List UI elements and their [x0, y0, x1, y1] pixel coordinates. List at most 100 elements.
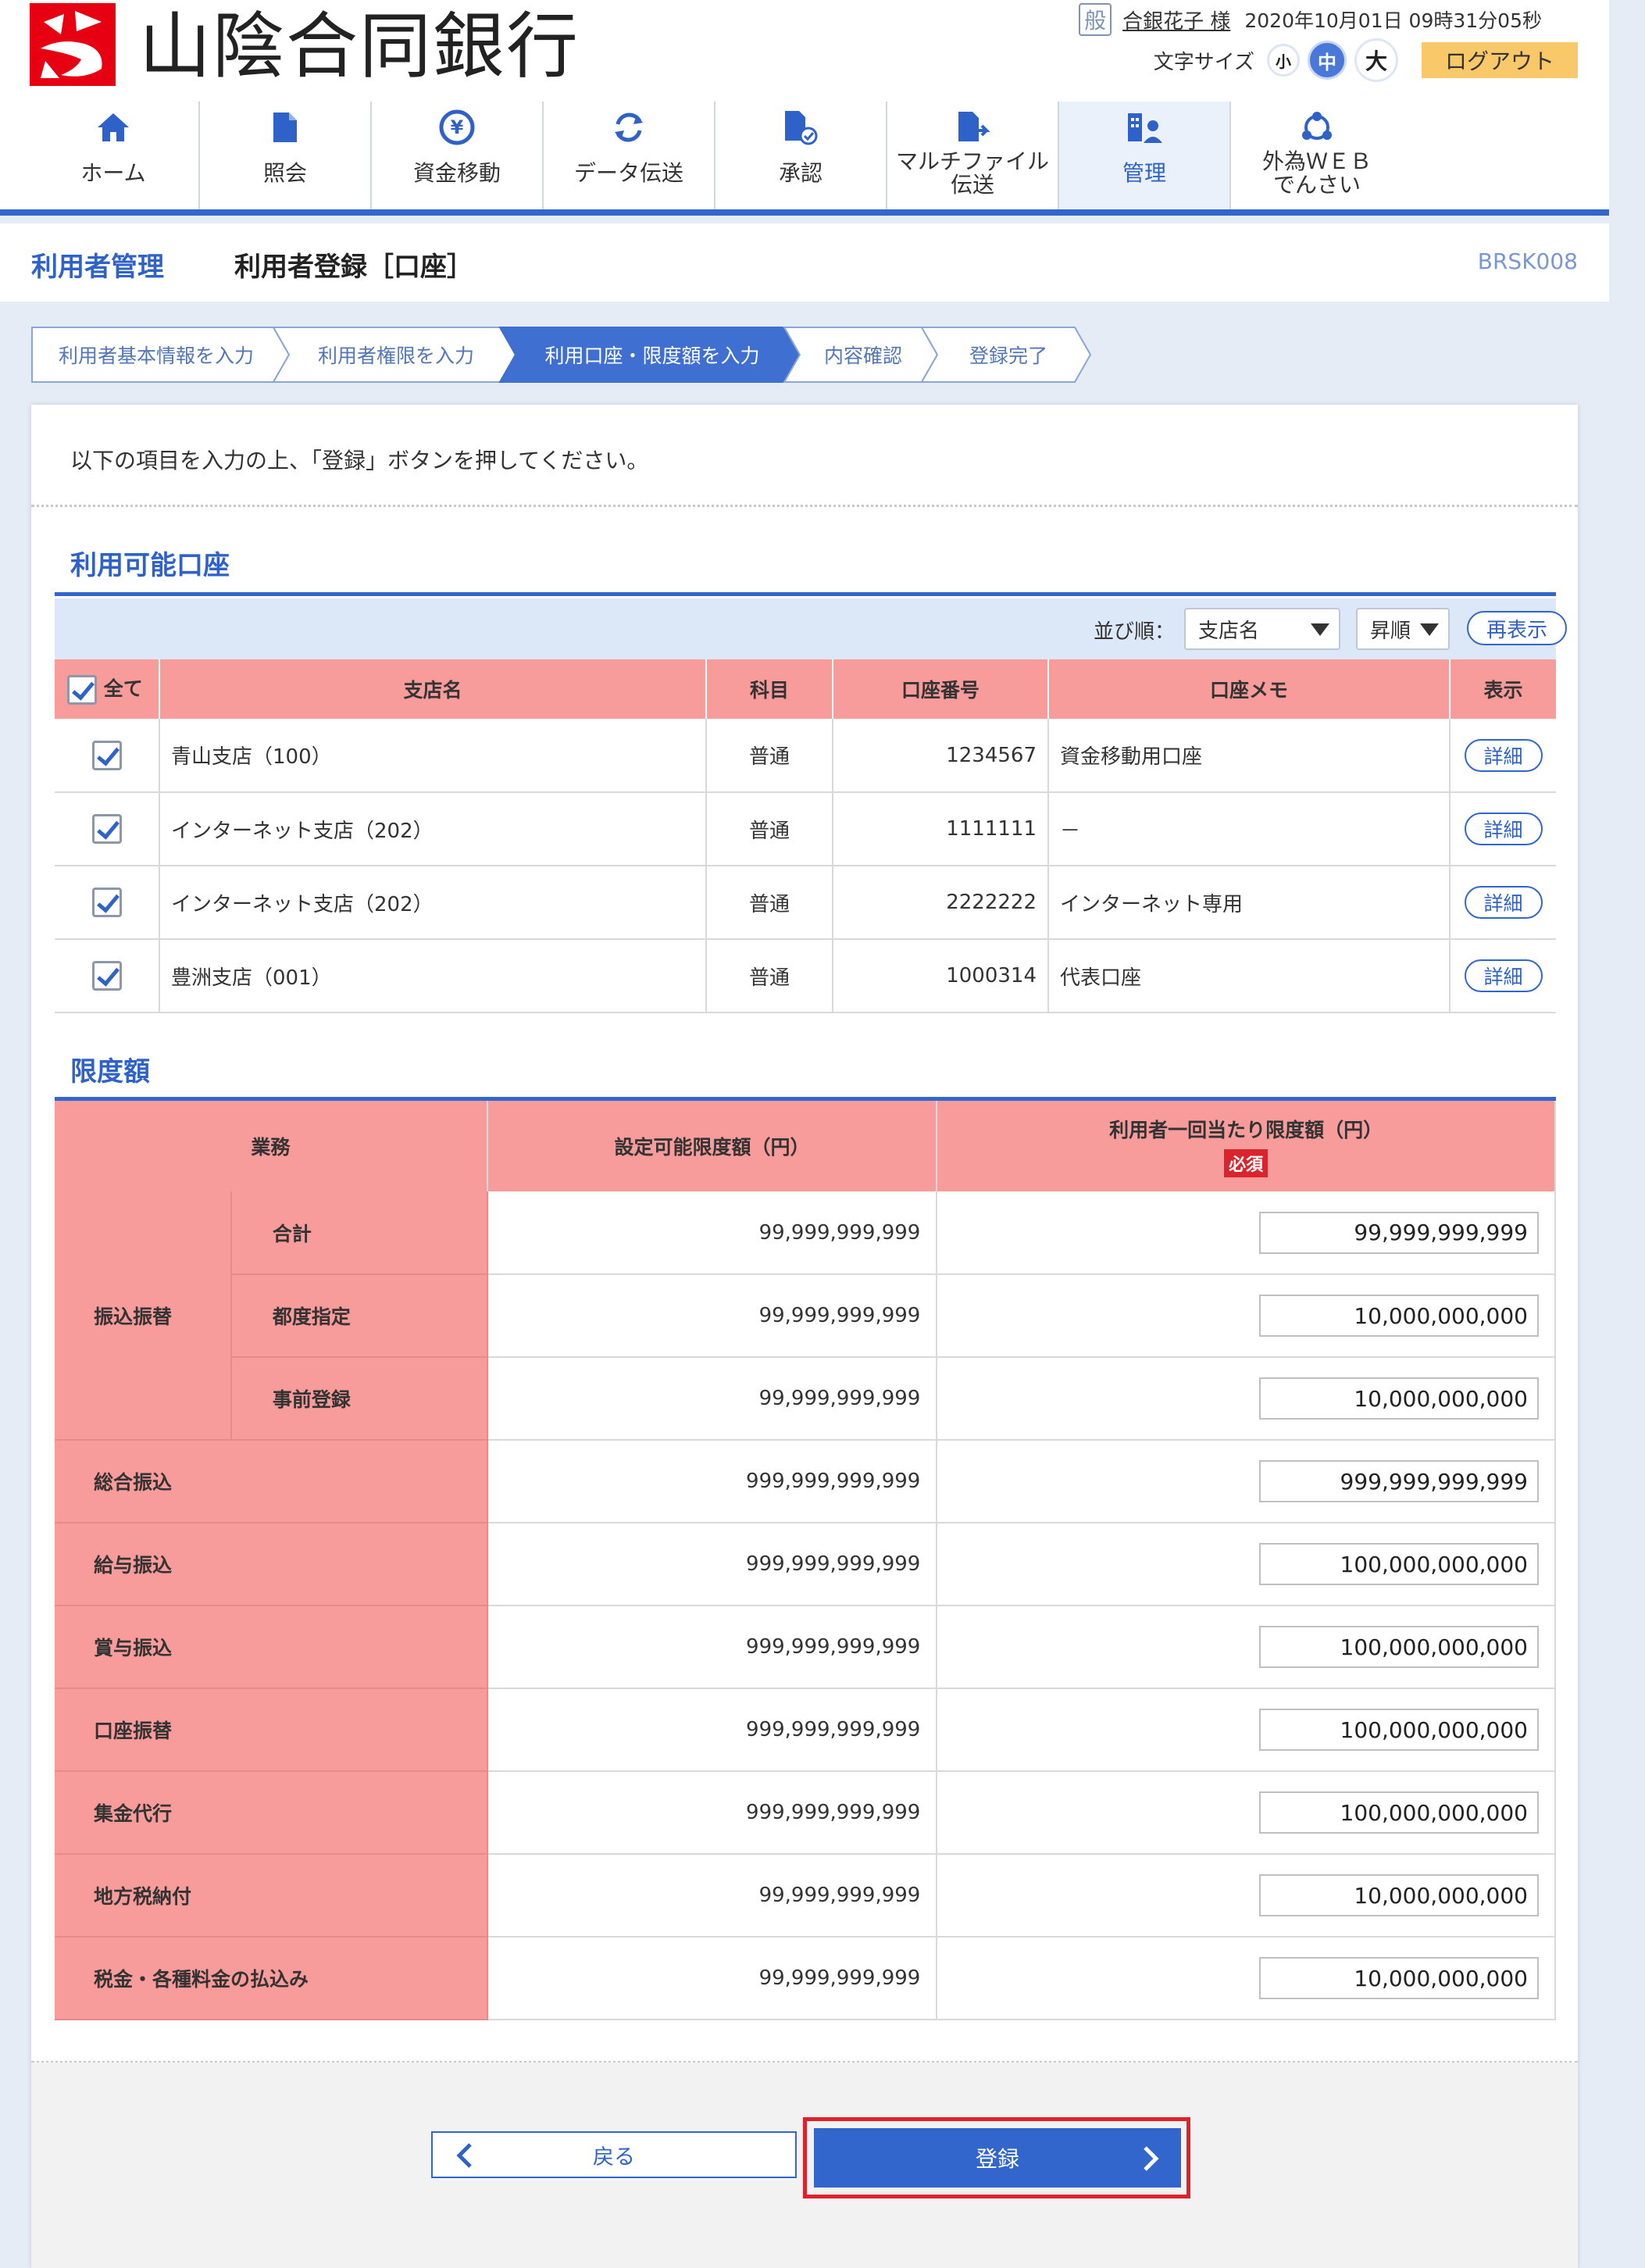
redisplay-button[interactable]: 再表示 — [1467, 611, 1567, 645]
user-name-link[interactable]: 合銀花子 様 — [1122, 5, 1230, 34]
limit-label: 集金代行 — [55, 1771, 488, 1855]
row-checkbox-cell[interactable] — [55, 866, 160, 940]
nav-label: マルチファイル 伝送 — [895, 148, 1049, 198]
sort-key-select[interactable]: 支店名 — [1184, 608, 1340, 650]
limit-max: 999,999,999,999 — [487, 1523, 938, 1606]
limit-input[interactable]: 10,000,000,000 — [1259, 1874, 1539, 1916]
limit-input[interactable]: 10,000,000,000 — [1259, 1295, 1539, 1337]
back-button[interactable]: 戻る — [431, 2131, 797, 2178]
nav-item-management[interactable]: 管理 — [1059, 102, 1231, 211]
table-row: 都度指定 99,999,999,999 10,000,000,000 — [55, 1274, 1556, 1358]
row-checkbox-cell[interactable] — [55, 719, 160, 793]
required-badge: 必須 — [1224, 1149, 1269, 1177]
nav-item-data-transmission[interactable]: データ伝送 — [544, 102, 715, 211]
nav-item-inquiry[interactable]: 照会 — [200, 102, 372, 211]
row-checkbox-cell[interactable] — [55, 939, 160, 1013]
nav-item-transfer[interactable]: ¥ 資金移動 — [372, 102, 544, 211]
limit-input-cell: 10,000,000,000 — [937, 1937, 1556, 2020]
limit-input[interactable]: 100,000,000,000 — [1259, 1626, 1539, 1668]
row-checkbox-cell[interactable] — [55, 792, 160, 866]
account-checkbox[interactable] — [91, 961, 122, 991]
detail-button[interactable]: 詳細 — [1464, 959, 1543, 992]
font-medium-button[interactable]: 中 — [1308, 41, 1347, 80]
step-5: 登録完了 — [969, 345, 1047, 367]
back-label: 戻る — [593, 2145, 635, 2170]
account-checkbox[interactable] — [91, 814, 122, 844]
sort-bar: 並び順： 支店名 昇順 再表示 — [55, 598, 1567, 659]
nav-item-home[interactable]: ホーム — [28, 102, 200, 211]
limit-input-cell: 100,000,000,000 — [937, 1771, 1556, 1855]
limit-input[interactable]: 10,000,000,000 — [1259, 1377, 1539, 1420]
table-row: 青山支店（100） 普通 1234567 資金移動用口座 詳細 — [55, 719, 1556, 793]
nav-item-approval[interactable]: 承認 — [715, 102, 887, 211]
file-send-icon — [953, 108, 992, 147]
limit-input[interactable]: 99,999,999,999 — [1259, 1211, 1539, 1254]
branch-cell: 豊洲支店（001） — [159, 939, 707, 1013]
limit-max: 99,999,999,999 — [487, 1854, 938, 1938]
font-small-button[interactable]: 小 — [1267, 44, 1300, 77]
limit-max: 99,999,999,999 — [487, 1937, 938, 2020]
col-subject: 科目 — [706, 659, 833, 719]
sort-order-select[interactable]: 昇順 — [1356, 608, 1450, 650]
col-user-limit-label: 利用者一回当たり限度額（円） — [1109, 1119, 1383, 1141]
table-row: 税金・各種料金の払込み 99,999,999,999 10,000,000,00… — [55, 1937, 1556, 2020]
accounts-section-title: 利用可能口座 — [70, 550, 230, 581]
table-row: 賞与振込 999,999,999,999 100,000,000,000 — [55, 1605, 1556, 1689]
nav-label: 承認 — [778, 160, 822, 186]
account-number-cell: 1234567 — [833, 719, 1049, 793]
detail-button[interactable]: 詳細 — [1464, 886, 1543, 919]
limit-input-cell: 999,999,999,999 — [937, 1440, 1556, 1523]
detail-button[interactable]: 詳細 — [1464, 738, 1543, 772]
main-card: 以下の項目を入力の上、「登録」ボタンを押してください。 利用可能口座 並び順： … — [31, 405, 1578, 2268]
limit-input[interactable]: 10,000,000,000 — [1259, 1957, 1539, 1999]
limits-header-row: 業務 設定可能限度額（円） 利用者一回当たり限度額（円） 必須 — [55, 1101, 1556, 1191]
limit-max: 99,999,999,999 — [487, 1274, 938, 1358]
register-button[interactable]: 登録 — [814, 2128, 1181, 2188]
table-row: 振込振替 合計 99,999,999,999 99,999,999,999 — [55, 1191, 1556, 1441]
account-checkbox[interactable] — [91, 740, 122, 770]
limit-label: 賞与振込 — [55, 1605, 488, 1689]
nav-item-forex-web[interactable]: 外為ＷＥＢ でんさい — [1231, 102, 1403, 211]
account-number-cell: 1111111 — [833, 792, 1049, 866]
footer-actions: 戻る 登録 — [31, 2063, 1578, 2268]
memo-cell: インターネット専用 — [1048, 866, 1451, 940]
limit-input[interactable]: 100,000,000,000 — [1259, 1543, 1539, 1585]
table-row: 地方税納付 99,999,999,999 10,000,000,000 — [55, 1854, 1556, 1938]
select-all-checkbox[interactable] — [67, 675, 97, 705]
limit-input-cell: 100,000,000,000 — [937, 1523, 1556, 1606]
detail-button[interactable]: 詳細 — [1464, 813, 1543, 845]
font-size-label: 文字サイズ — [1153, 50, 1254, 74]
font-size-controls: 文字サイズ 小 中 大 ログアウト — [1154, 38, 1578, 83]
screen-code: BRSK008 — [1477, 248, 1578, 274]
page-title: 利用者登録［口座］ — [234, 252, 473, 283]
nav-label: ホーム — [80, 160, 146, 186]
table-row: 豊洲支店（001） 普通 1000314 代表口座 詳細 — [55, 939, 1556, 1013]
subject-cell: 普通 — [706, 866, 833, 940]
logout-button[interactable]: ログアウト — [1422, 42, 1578, 78]
header: 山陰合同銀行 般 合銀花子 様 2020年10月01日 09時31分05秒 文字… — [0, 0, 1609, 216]
subject-cell: 普通 — [706, 939, 833, 1013]
account-checkbox[interactable] — [91, 888, 122, 917]
font-large-button[interactable]: 大 — [1354, 38, 1398, 82]
step-2: 利用者権限を入力 — [317, 345, 474, 367]
table-header-row: 全て 支店名 科目 口座番号 口座メモ 表示 — [55, 659, 1556, 719]
limits-table: 業務 設定可能限度額（円） 利用者一回当たり限度額（円） 必須 振込振替 合計 … — [55, 1101, 1556, 2020]
limit-input[interactable]: 100,000,000,000 — [1259, 1709, 1539, 1751]
nav-item-multifile[interactable]: マルチファイル 伝送 — [887, 102, 1059, 211]
detail-cell: 詳細 — [1450, 719, 1556, 793]
select-all-header[interactable]: 全て — [55, 659, 160, 719]
branch-cell: インターネット支店（202） — [159, 792, 707, 866]
sort-label: 並び順： — [1094, 620, 1176, 644]
nav-label: データ伝送 — [573, 160, 683, 186]
group-transfer-label: 振込振替 — [55, 1191, 232, 1441]
nav-label: 資金移動 — [412, 160, 501, 186]
nav-label: 照会 — [262, 160, 307, 186]
limit-input[interactable]: 100,000,000,000 — [1259, 1791, 1539, 1834]
memo-cell: 資金移動用口座 — [1048, 719, 1451, 793]
limit-input-cell: 100,000,000,000 — [937, 1688, 1556, 1772]
select-all-label: 全て — [103, 677, 143, 700]
memo-cell: － — [1048, 792, 1451, 866]
user-type-badge: 般 — [1079, 3, 1112, 36]
chevron-right-icon — [1144, 2146, 1159, 2171]
limit-input[interactable]: 999,999,999,999 — [1259, 1460, 1539, 1502]
